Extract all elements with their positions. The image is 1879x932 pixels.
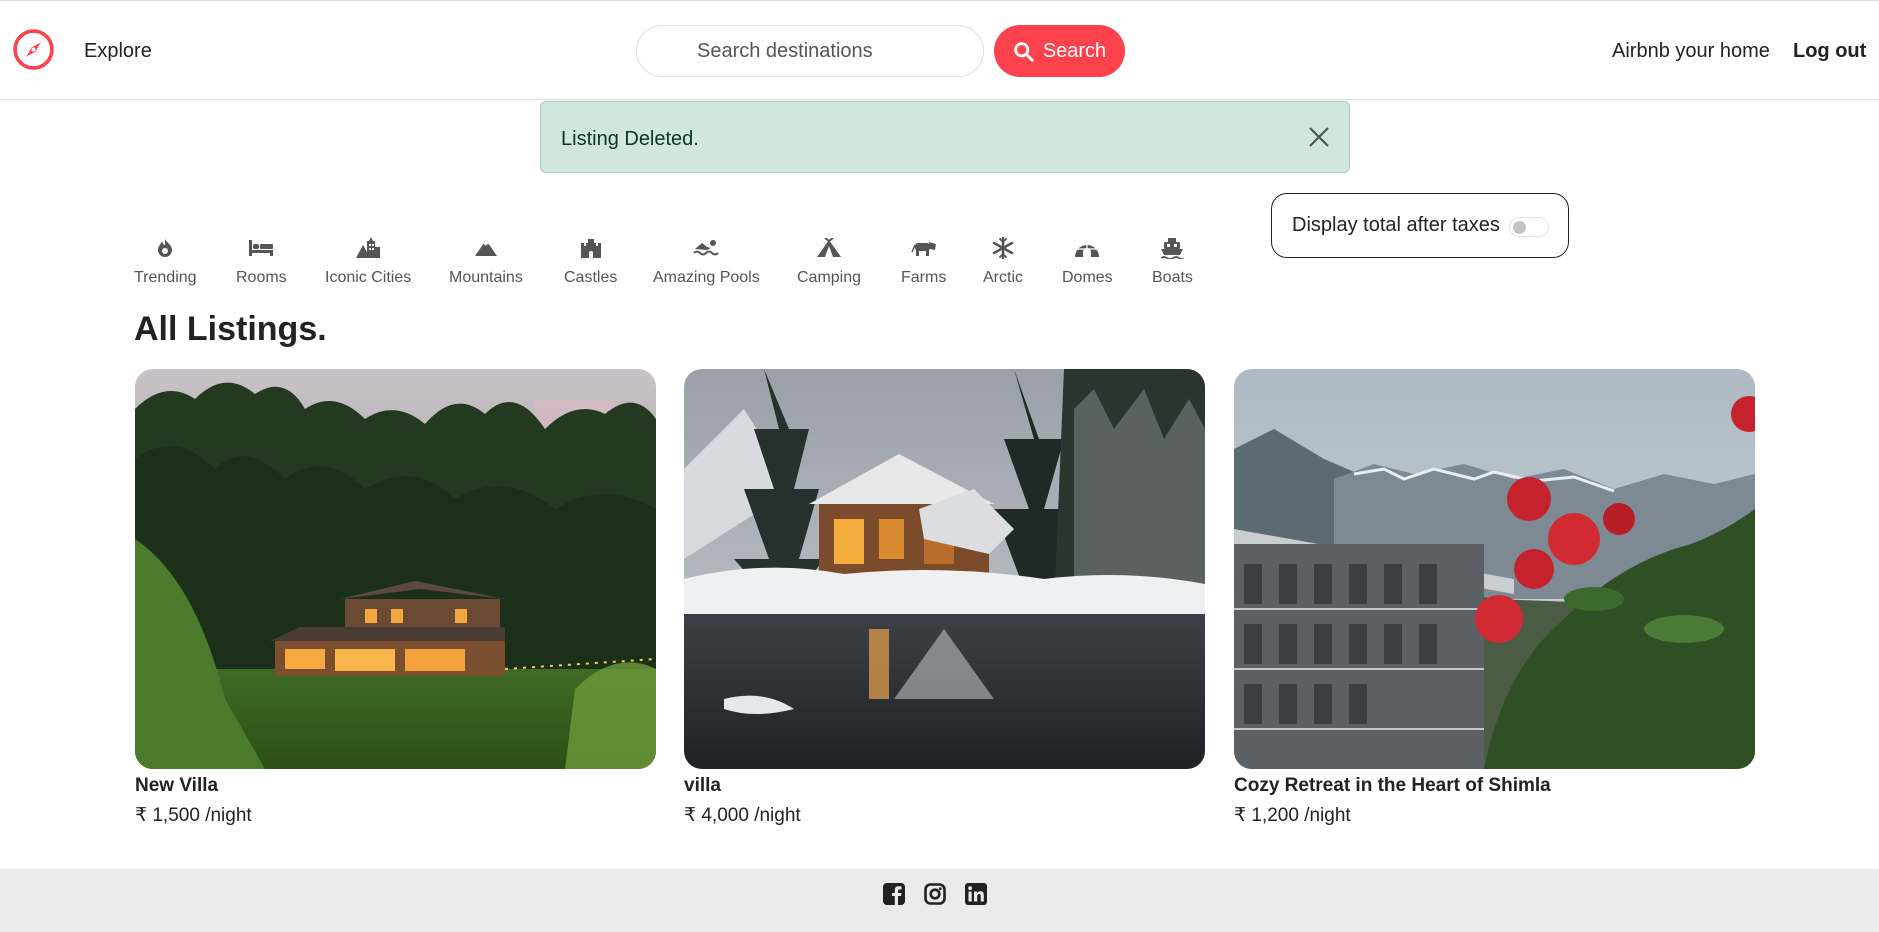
mountain-icon [473, 236, 499, 260]
switch-knob [1513, 221, 1526, 234]
filter-label: Castles [564, 269, 618, 286]
search-button[interactable]: Search [994, 25, 1125, 77]
listing-card[interactable]: villa ₹ 4,000 /night [684, 369, 1205, 827]
filter-camping[interactable]: Camping [797, 236, 861, 287]
filter-iconic-cities[interactable]: Iconic Cities [325, 236, 411, 287]
facebook-icon[interactable] [883, 883, 905, 905]
close-icon[interactable] [1307, 125, 1331, 149]
filter-boats[interactable]: Boats [1152, 236, 1193, 287]
city-icon [355, 236, 381, 260]
filter-castles[interactable]: Castles [564, 236, 617, 287]
snowflake-icon [990, 236, 1016, 260]
filter-label: Trending [134, 269, 197, 286]
tax-switch[interactable] [1509, 217, 1549, 237]
alert-message: Listing Deleted. [561, 128, 699, 150]
filter-label: Arctic [983, 269, 1023, 286]
filter-trending[interactable]: Trending [134, 236, 197, 287]
listing-title: Cozy Retreat in the Heart of Shimla [1234, 775, 1551, 796]
filter-label: Iconic Cities [325, 269, 412, 286]
filter-label: Boats [1152, 269, 1193, 286]
filter-amazing-pools[interactable]: Amazing Pools [653, 236, 760, 287]
page-title: All Listings. [134, 310, 327, 348]
tax-toggle[interactable]: Display total after taxes [1271, 193, 1569, 258]
linkedin-icon[interactable] [965, 883, 987, 905]
filter-farms[interactable]: Farms [901, 236, 946, 287]
filter-label: Mountains [449, 269, 523, 286]
cow-icon [910, 236, 937, 260]
mountain-hotel-roses-photo [1234, 369, 1755, 769]
search-button-label: Search [1042, 39, 1107, 62]
tax-toggle-label: Display total after taxes [1292, 214, 1500, 236]
search-icon [1014, 41, 1034, 62]
filter-label: Rooms [236, 269, 287, 286]
filter-label: Farms [901, 269, 947, 286]
filter-arctic[interactable]: Arctic [983, 236, 1023, 287]
ferry-icon [1159, 236, 1185, 260]
success-alert: Listing Deleted. [540, 101, 1350, 173]
filter-rooms[interactable]: Rooms [236, 236, 287, 287]
search-input[interactable] [636, 25, 984, 77]
swimmer-icon [693, 236, 720, 260]
bed-icon [248, 236, 274, 260]
forest-cabin-photo [135, 369, 656, 769]
compass-logo-icon[interactable] [13, 29, 54, 70]
listing-price: ₹ 1,200 /night [1234, 805, 1351, 826]
castle-icon [578, 236, 604, 260]
filter-label: Domes [1062, 269, 1113, 286]
filter-label: Camping [797, 269, 862, 286]
listing-card[interactable]: New Villa ₹ 1,500 /night [135, 369, 656, 827]
filter-label: Amazing Pools [653, 269, 760, 286]
nav-explore-link[interactable]: Explore [84, 40, 152, 63]
filter-domes[interactable]: Domes [1062, 236, 1113, 287]
instagram-icon[interactable] [924, 883, 946, 905]
listing-price: ₹ 1,500 /night [135, 805, 252, 826]
listing-title: New Villa [135, 775, 219, 796]
listing-card[interactable]: Cozy Retreat in the Heart of Shimla ₹ 1,… [1234, 369, 1755, 827]
igloo-icon [1074, 236, 1100, 260]
filter-mountains[interactable]: Mountains [449, 236, 523, 287]
tent-icon [816, 236, 842, 260]
snow-lodge-lake-photo [684, 369, 1205, 769]
nav-host-link[interactable]: Airbnb your home [1612, 40, 1770, 63]
fire-icon [152, 236, 178, 260]
nav-logout-link[interactable]: Log out [1793, 40, 1866, 63]
listing-title: villa [684, 775, 721, 796]
listing-price: ₹ 4,000 /night [684, 805, 801, 826]
